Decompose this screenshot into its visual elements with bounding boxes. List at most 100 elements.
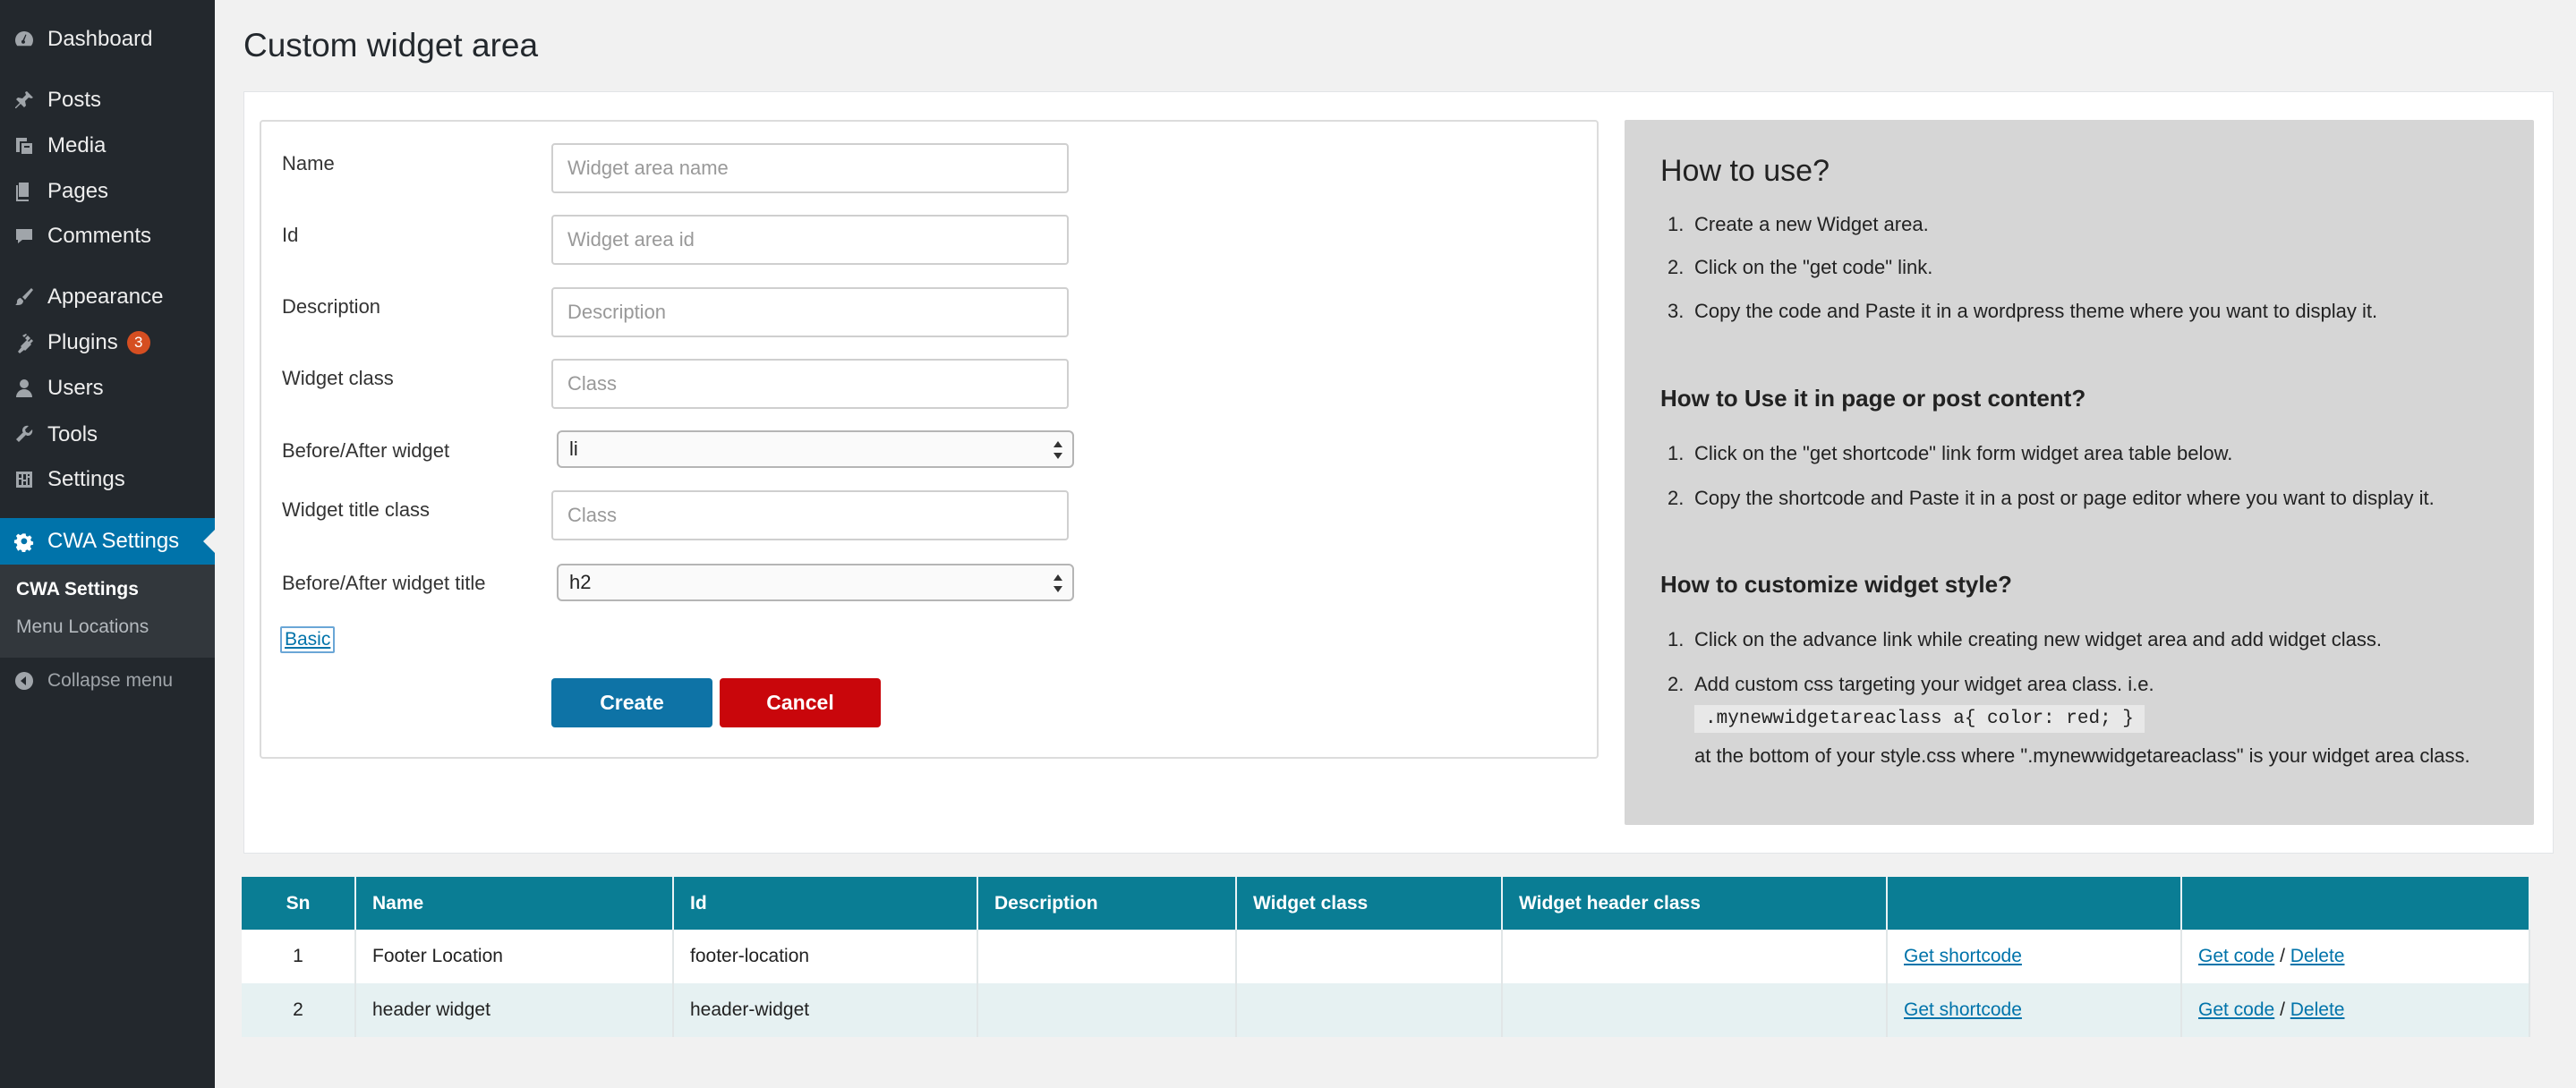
how-to-title: How to use? xyxy=(1660,154,1830,188)
sidebar-item-pages[interactable]: Pages xyxy=(0,171,215,212)
widget-area-name-input[interactable] xyxy=(551,143,1069,193)
howto-step: 1. Click on the advance link while creati… xyxy=(1668,628,2382,650)
settings-icon xyxy=(12,467,37,492)
create-button[interactable]: Create xyxy=(551,678,712,727)
sidebar-item-label: Posts xyxy=(47,88,102,112)
sidebar-item-settings[interactable]: Settings xyxy=(0,459,215,500)
cell-actions: Get code / Delete xyxy=(2181,930,2530,983)
howto-step: 2. Click on the "get code" link. xyxy=(1668,256,1933,278)
column-header-actions xyxy=(2181,877,2530,930)
table-row: 1 Footer Location footer-location Get sh… xyxy=(242,930,2530,983)
page-title: Custom widget area xyxy=(243,27,539,64)
get-code-link[interactable]: Get code xyxy=(2198,999,2274,1020)
dashboard-icon xyxy=(12,27,37,52)
select-value: h2 xyxy=(569,571,592,593)
admin-sidebar: Dashboard Posts Media Pages Comments App… xyxy=(0,0,215,1088)
sidebar-item-cwa-settings[interactable]: CWA Settings xyxy=(0,518,215,565)
cell-widget-class xyxy=(1236,983,1503,1037)
comment-icon xyxy=(12,224,37,249)
sidebar-item-label: Dashboard xyxy=(47,27,153,51)
howto-step: 1. Create a new Widget area. xyxy=(1668,213,1929,235)
link-separator: / xyxy=(2280,946,2285,966)
collapse-icon xyxy=(12,668,37,693)
cell-name: Footer Location xyxy=(355,930,674,983)
before-after-widget-select[interactable]: li xyxy=(557,430,1074,468)
column-header-widget-class: Widget class xyxy=(1236,877,1503,930)
cell-sn: 2 xyxy=(242,983,356,1037)
sidebar-item-label: Media xyxy=(47,133,107,157)
id-label: Id xyxy=(282,224,299,246)
cell-name: header widget xyxy=(355,983,674,1037)
get-code-link[interactable]: Get code xyxy=(2198,946,2274,966)
cell-widget-header-class xyxy=(1502,983,1888,1037)
before-after-widget-label: Before/After widget xyxy=(282,439,450,462)
delete-link[interactable]: Delete xyxy=(2290,999,2345,1020)
cell-shortcode: Get shortcode xyxy=(1887,983,2182,1037)
sidebar-item-label: Pages xyxy=(47,179,109,203)
cell-widget-header-class xyxy=(1502,930,1888,983)
cwa-submenu: CWA Settings Menu Locations xyxy=(0,565,215,658)
submenu-item-cwa-settings[interactable]: CWA Settings xyxy=(16,579,139,600)
delete-link[interactable]: Delete xyxy=(2290,946,2345,966)
user-icon xyxy=(12,376,37,401)
sidebar-item-appearance[interactable]: Appearance xyxy=(0,276,215,318)
column-header-shortcode xyxy=(1887,877,2182,930)
sidebar-item-tools[interactable]: Tools xyxy=(0,414,215,455)
submenu-item-menu-locations[interactable]: Menu Locations xyxy=(16,616,149,638)
howto-section2-title: How to Use it in page or post content? xyxy=(1660,385,2086,412)
gear-icon xyxy=(12,529,37,554)
sidebar-item-media[interactable]: Media xyxy=(0,125,215,166)
sidebar-item-label: Users xyxy=(47,376,104,400)
description-input[interactable] xyxy=(551,287,1069,337)
select-arrows-icon xyxy=(1053,441,1062,459)
get-shortcode-link[interactable]: Get shortcode xyxy=(1904,946,2022,966)
pin-icon xyxy=(12,88,37,113)
collapse-menu-button[interactable]: Collapse menu xyxy=(0,660,215,701)
plugin-icon xyxy=(12,330,37,355)
howto-section3-title: How to customize widget style? xyxy=(1660,571,2012,598)
before-after-widget-title-label: Before/After widget title xyxy=(282,572,486,594)
cell-id: footer-location xyxy=(673,930,978,983)
column-header-id: Id xyxy=(673,877,978,930)
cell-description xyxy=(977,983,1237,1037)
column-header-description: Description xyxy=(977,877,1237,930)
sidebar-item-plugins[interactable]: Plugins 3 xyxy=(0,322,215,363)
get-shortcode-link[interactable]: Get shortcode xyxy=(1904,999,2022,1020)
cell-id: header-widget xyxy=(673,983,978,1037)
widget-title-class-input[interactable] xyxy=(551,490,1069,540)
css-code-example: .mynewwidgetareaclass a{ color: red; } xyxy=(1694,705,2145,733)
howto-step: 2. Add custom css targeting your widget a… xyxy=(1668,673,2154,695)
widget-class-input[interactable] xyxy=(551,359,1069,409)
sidebar-item-posts[interactable]: Posts xyxy=(0,80,215,121)
link-separator: / xyxy=(2280,999,2285,1020)
select-arrows-icon xyxy=(1053,574,1062,592)
howto-step: 1. Click on the "get shortcode" link form… xyxy=(1668,442,2233,464)
howto-step: 3. Copy the code and Paste it in a wordpr… xyxy=(1668,300,2378,322)
table-header-row: Sn Name Id Description Widget class Widg… xyxy=(242,877,2530,930)
sidebar-item-label: Plugins xyxy=(47,330,118,354)
sidebar-item-label: CWA Settings xyxy=(47,529,180,553)
howto-step: 2. Copy the shortcode and Paste it in a p… xyxy=(1668,487,2435,509)
cell-widget-class xyxy=(1236,930,1503,983)
sidebar-item-comments[interactable]: Comments xyxy=(0,216,215,257)
column-header-name: Name xyxy=(355,877,674,930)
before-after-widget-title-select[interactable]: h2 xyxy=(557,564,1074,601)
cell-shortcode: Get shortcode xyxy=(1887,930,2182,983)
sidebar-item-users[interactable]: Users xyxy=(0,368,215,409)
cell-actions: Get code / Delete xyxy=(2181,983,2530,1037)
description-label: Description xyxy=(282,295,381,318)
cell-description xyxy=(977,930,1237,983)
sidebar-item-label: Settings xyxy=(47,467,125,491)
wrench-icon xyxy=(12,422,37,447)
pages-icon xyxy=(12,179,37,204)
select-value: li xyxy=(569,438,578,460)
cancel-button[interactable]: Cancel xyxy=(720,678,881,727)
current-menu-arrow xyxy=(203,530,215,553)
table-row: 2 header widget header-widget Get shortc… xyxy=(242,983,2530,1037)
name-label: Name xyxy=(282,152,335,174)
sidebar-item-dashboard[interactable]: Dashboard xyxy=(0,19,215,60)
cell-sn: 1 xyxy=(242,930,356,983)
widget-area-id-input[interactable] xyxy=(551,215,1069,265)
media-icon xyxy=(12,133,37,158)
basic-toggle-link[interactable]: Basic xyxy=(280,626,336,653)
